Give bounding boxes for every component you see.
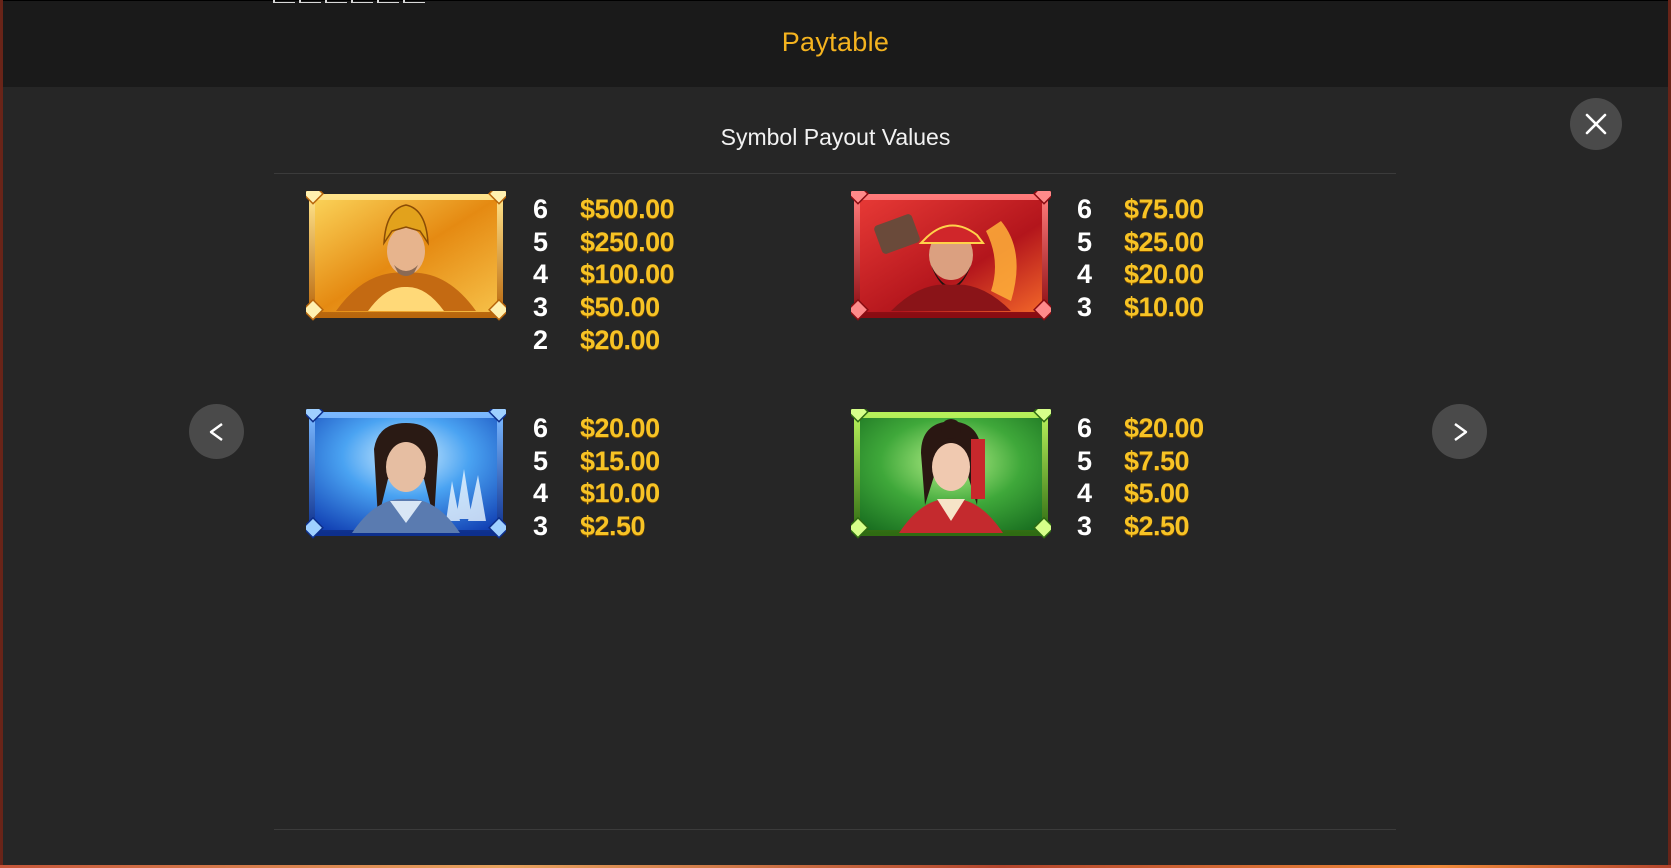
payout-value: $7.50 [1124, 445, 1190, 476]
payout-row: 4 $20.00 [1073, 258, 1273, 291]
blue-strategist-symbol [306, 409, 506, 539]
blue-strategist-payouts: 6 $20.00 5 $15.00 4 $10.00 3 $2.50 [529, 412, 729, 543]
payout-value: $100.00 [580, 259, 675, 290]
payout-value: $75.00 [1124, 193, 1204, 224]
match-count: 3 [533, 291, 549, 322]
match-count: 4 [533, 478, 549, 509]
payout-row: 6 $20.00 [1073, 412, 1273, 445]
chevron-right-icon [1453, 422, 1467, 441]
match-count: 2 [533, 324, 549, 355]
payout-value: $25.00 [1124, 226, 1204, 257]
match-count: 6 [1077, 193, 1093, 224]
payout-row: 3 $10.00 [1073, 291, 1273, 324]
match-count: 3 [1077, 510, 1093, 541]
payout-value: $20.00 [1124, 412, 1204, 443]
payout-value: $15.00 [580, 445, 660, 476]
payout-value: $10.00 [580, 478, 660, 509]
payout-row: 5 $7.50 [1073, 445, 1273, 478]
gold-warrior-symbol [306, 191, 506, 321]
match-count: 5 [533, 445, 549, 476]
match-count: 3 [1077, 291, 1093, 322]
payout-value: $20.00 [1124, 259, 1204, 290]
match-count: 4 [1077, 259, 1093, 290]
payout-row: 5 $25.00 [1073, 226, 1273, 259]
payout-row: 6 $75.00 [1073, 193, 1273, 226]
payout-value: $5.00 [1124, 478, 1190, 509]
payout-value: $50.00 [580, 291, 660, 322]
payout-value: $250.00 [580, 226, 675, 257]
payout-row: 6 $500.00 [529, 193, 729, 226]
next-page-button[interactable] [1432, 404, 1487, 459]
payout-row: 3 $2.50 [1073, 510, 1273, 543]
divider [274, 829, 1396, 830]
match-count: 5 [533, 226, 549, 257]
section-title: Symbol Payout Values [720, 124, 951, 150]
red-warrior-symbol [851, 191, 1051, 321]
match-count: 5 [1077, 226, 1093, 257]
payout-row: 4 $5.00 [1073, 477, 1273, 510]
payout-row: 3 $50.00 [529, 291, 729, 324]
payout-value: $10.00 [1124, 291, 1204, 322]
paytable-modal: Paytable Symbol Payout Values 6 $500.00 … [3, 0, 1668, 865]
payout-value: $20.00 [580, 412, 660, 443]
divider [274, 173, 1396, 174]
match-count: 6 [1077, 412, 1093, 443]
payout-row: 5 $15.00 [529, 445, 729, 478]
clipped-text-fragment [273, 0, 453, 3]
payout-row: 6 $20.00 [529, 412, 729, 445]
paytable-header: Paytable [3, 0, 1668, 87]
payout-row: 2 $20.00 [529, 324, 729, 357]
page-title: Paytable [781, 27, 890, 57]
green-lady-payouts: 6 $20.00 5 $7.50 4 $5.00 3 $2.50 [1073, 412, 1273, 543]
payout-value: $2.50 [580, 510, 646, 541]
match-count: 6 [533, 412, 549, 443]
match-count: 6 [533, 193, 549, 224]
payout-value: $20.00 [580, 324, 660, 355]
game-background: Paytable Symbol Payout Values 6 $500.00 … [0, 0, 1671, 868]
match-count: 4 [533, 259, 549, 290]
payout-row: 4 $100.00 [529, 258, 729, 291]
gold-warrior-payouts: 6 $500.00 5 $250.00 4 $100.00 3 $50.00 2 $20.… [529, 193, 729, 356]
chevron-left-icon [209, 422, 223, 441]
payout-row: 3 $2.50 [529, 510, 729, 543]
green-lady-symbol [851, 409, 1051, 539]
payout-row: 4 $10.00 [529, 477, 729, 510]
red-warrior-payouts: 6 $75.00 5 $25.00 4 $20.00 3 $10.00 [1073, 193, 1273, 324]
match-count: 4 [1077, 478, 1093, 509]
payout-value: $500.00 [580, 193, 675, 224]
payout-row: 5 $250.00 [529, 226, 729, 259]
match-count: 5 [1077, 445, 1093, 476]
previous-page-button[interactable] [189, 404, 244, 459]
match-count: 3 [533, 510, 549, 541]
payout-value: $2.50 [1124, 510, 1190, 541]
